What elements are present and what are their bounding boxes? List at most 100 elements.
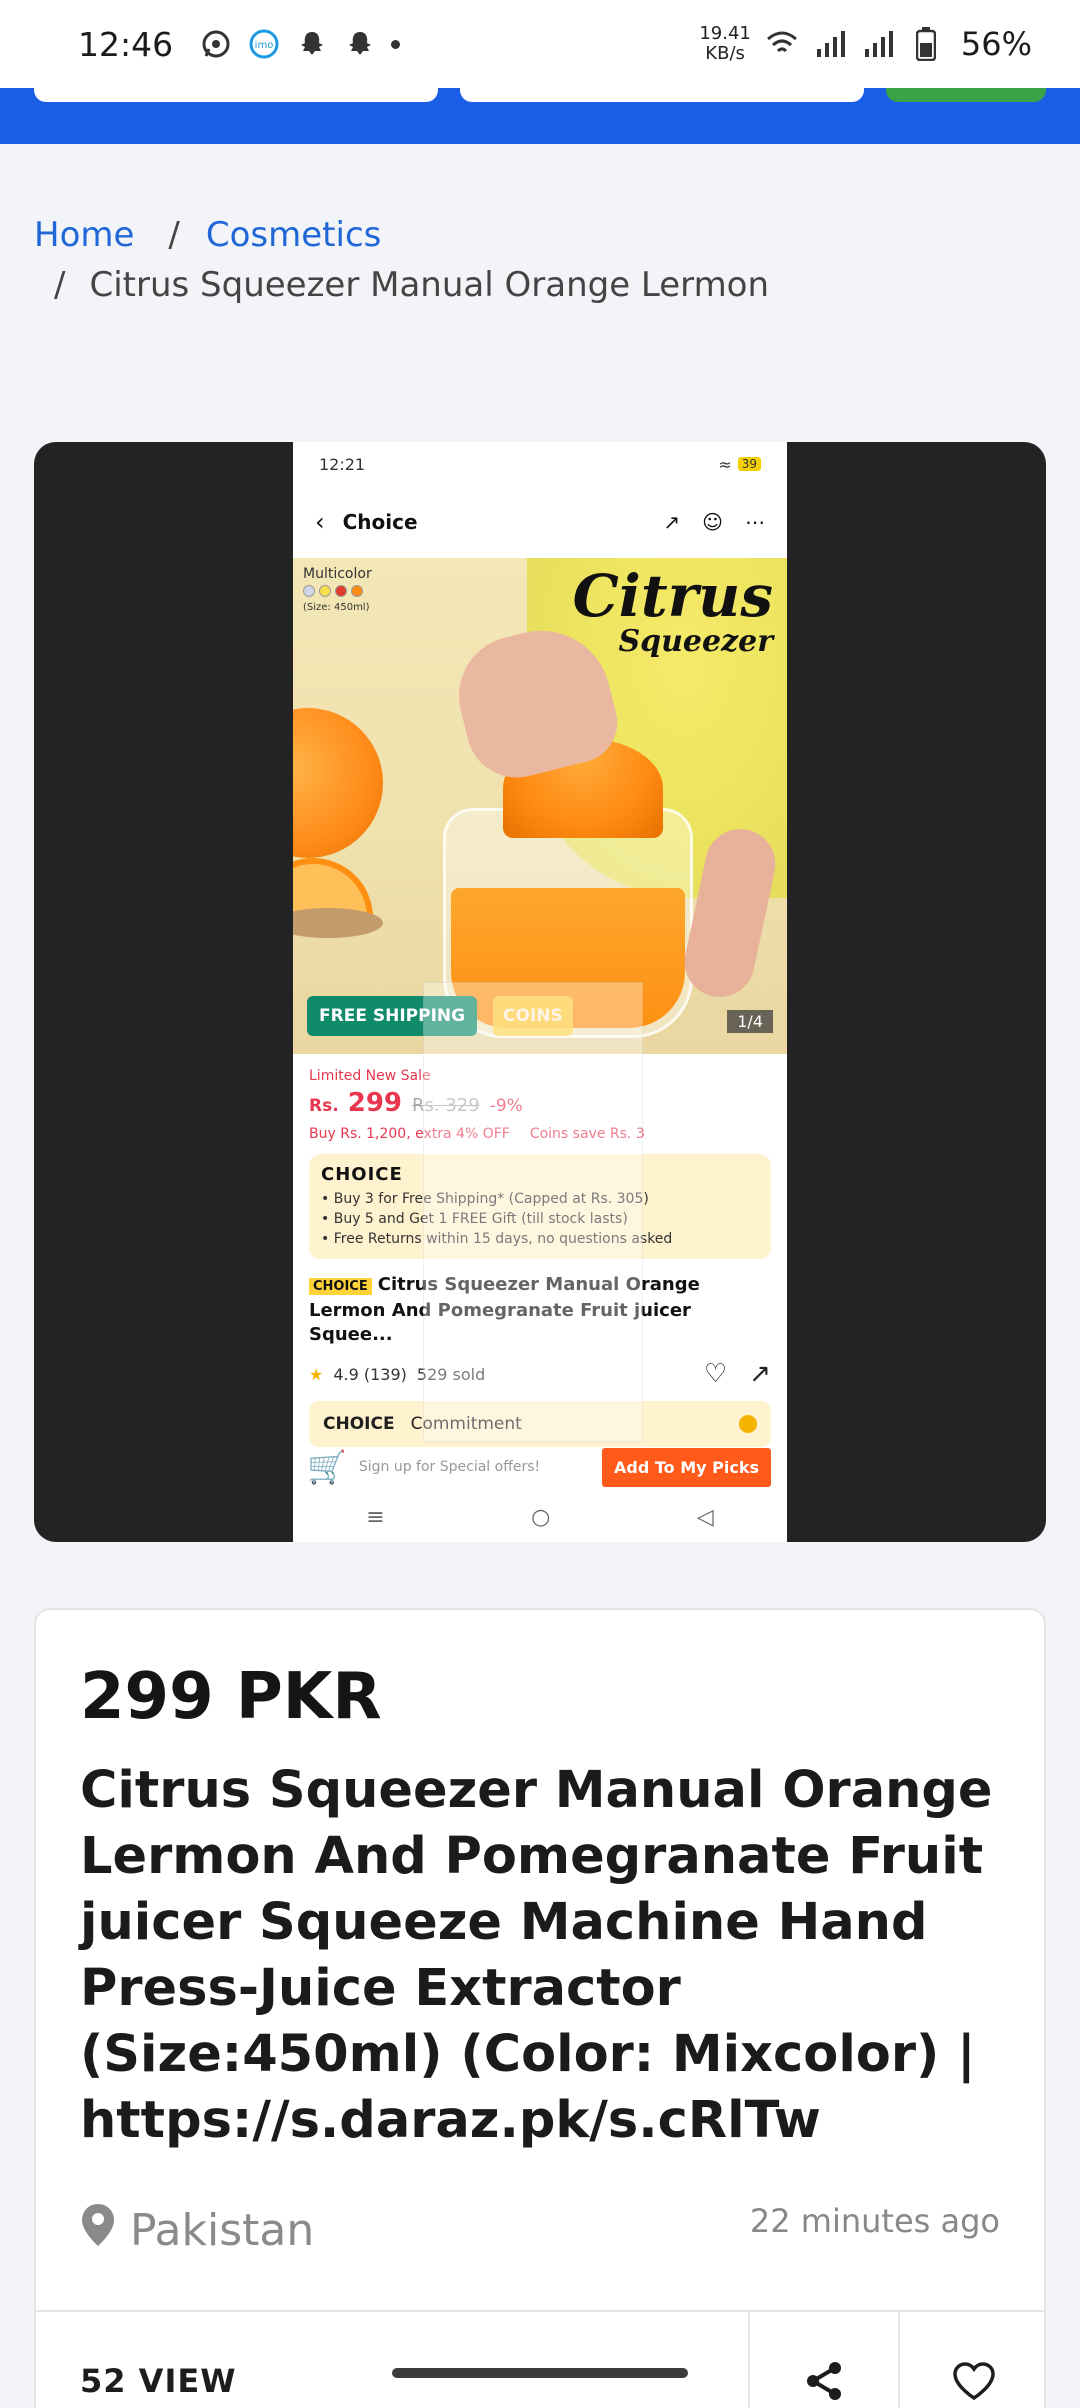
product-hero-image: Multicolor (Size: 450ml) Citrus Squeezer… — [293, 558, 787, 1054]
header-field[interactable] — [34, 88, 438, 102]
choice-points: • Buy 3 for Free Shipping* (Capped at Rs… — [321, 1189, 759, 1249]
share-icon: ↗ — [663, 510, 681, 534]
wifi-icon — [765, 27, 799, 61]
choice-point-text: Buy 5 and Get 1 FREE Gift (till stock la… — [333, 1211, 628, 1227]
screenshot-time: 12:21 — [319, 454, 366, 474]
chevron-icon — [739, 1415, 757, 1433]
choice-logo: CHOICE — [321, 1164, 403, 1185]
commitment-logo: CHOICE — [323, 1414, 395, 1434]
sold-count: 529 sold — [416, 1364, 486, 1384]
screenshot-price-row: Rs. 299 Rs. 329 -9% — [309, 1088, 771, 1118]
screenshot-battery: 39 — [737, 457, 761, 471]
brand-line1: Citrus — [572, 562, 773, 630]
hero-brand: Citrus Squeezer — [573, 566, 773, 658]
image-counter: 1/4 — [727, 1010, 773, 1033]
brand-line2: Squeezer — [618, 624, 773, 659]
screenshot-wifi-icon: ≈ — [718, 454, 732, 474]
location-text: Pakistan — [130, 2205, 315, 2256]
screenshot-details: Limited New Sale Rs. 299 Rs. 329 -9% Buy… — [293, 1054, 787, 1447]
screenshot-status-bar: 12:21 ≈ 39 — [293, 442, 787, 486]
breadcrumb-current: Citrus Squeezer Manual Orange Lermon — [89, 265, 770, 305]
view-count: 52 VIEW — [80, 2362, 237, 2400]
screenshot-bottom-bar: 🛒 Sign up for Special offers! Add To My … — [293, 1442, 787, 1492]
back-triangle-icon: ◁ — [696, 1504, 714, 1530]
signup-text: Sign up for Special offers! — [358, 1459, 541, 1475]
coins-badge: COINS — [493, 996, 573, 1036]
screenshot-price: Rs. 299 — [309, 1088, 402, 1118]
product-screenshot: 12:21 ≈ 39 ‹ Choice ↗ ☺ ⋯ Multicolor (Si… — [293, 442, 787, 1542]
svg-text:imo: imo — [255, 40, 274, 51]
share-icon — [807, 2362, 841, 2400]
support-icon: ☺ — [702, 510, 723, 534]
header-strip — [0, 88, 1080, 144]
old-price: Rs. 329 — [412, 1095, 480, 1116]
menu-icon: ≡ — [366, 1504, 385, 1530]
choice-benefits: CHOICE • Buy 3 for Free Shipping* (Cappe… — [309, 1154, 771, 1259]
swatch — [319, 585, 331, 597]
hero-board — [293, 908, 383, 938]
header-button[interactable] — [886, 88, 1046, 102]
heart-icon: ♡ — [703, 1359, 728, 1389]
commitment-banner: CHOICE Commitment — [309, 1401, 771, 1447]
screenshot-nav-title: Choice — [342, 510, 418, 534]
listing-title: Citrus Squeezer Manual Orange Lermon And… — [80, 1761, 993, 2150]
swatch — [351, 585, 363, 597]
posted-time: 22 minutes ago — [749, 2202, 1000, 2240]
listing-price: 299 PKR — [80, 1660, 382, 1734]
product-image-viewer[interactable]: 12:21 ≈ 39 ‹ Choice ↗ ☺ ⋯ Multicolor (Si… — [34, 442, 1046, 1542]
battery-icon — [909, 27, 943, 61]
favorite-button[interactable] — [898, 2312, 1044, 2408]
commitment-text: Commitment — [410, 1414, 522, 1434]
screenshot-nav: ‹ Choice ↗ ☺ ⋯ — [293, 486, 787, 558]
rating: 4.9 (139) — [333, 1364, 407, 1384]
header-field[interactable] — [460, 88, 864, 102]
breadcrumb-separator: / — [168, 215, 180, 255]
heart-icon — [953, 2362, 995, 2401]
speed-value: 19.41 — [699, 23, 751, 44]
breadcrumb-home-link[interactable]: Home — [34, 210, 134, 260]
share-button[interactable] — [748, 2312, 898, 2408]
home-indicator[interactable] — [392, 2368, 688, 2378]
offer-row: Buy Rs. 1,200, extra 4% OFF Coins save R… — [309, 1126, 771, 1142]
add-to-picks-button: Add To My Picks — [602, 1447, 771, 1487]
network-speed: 19.41 KB/s — [699, 24, 751, 64]
signal-icon — [861, 27, 895, 61]
free-shipping-badge: FREE SHIPPING — [307, 996, 478, 1036]
choice-point: • Buy 5 and Get 1 FREE Gift (till stock … — [321, 1211, 628, 1227]
dot-icon — [391, 39, 401, 49]
breadcrumb-category-link[interactable]: Cosmetics — [206, 210, 381, 260]
cart-icon: 🛒 — [307, 1448, 347, 1486]
back-icon: ‹ — [315, 508, 325, 536]
rating-row: ★ 4.9 (139) 529 sold ♡ ↗ — [309, 1359, 771, 1389]
swatch — [335, 585, 347, 597]
status-time: 12:46 — [78, 24, 174, 64]
buy-offer: Buy Rs. 1,200, extra 4% OFF — [309, 1126, 510, 1142]
choice-point-text: Free Returns within 15 days, no question… — [333, 1231, 673, 1247]
speed-unit: KB/s — [705, 43, 745, 64]
snapchat-icon — [343, 27, 377, 61]
whatsapp-icon — [199, 27, 233, 61]
variant-size: (Size: 450ml) — [303, 602, 370, 613]
battery-percent: 56% — [960, 25, 1032, 63]
price-currency: Rs. — [309, 1096, 339, 1116]
listing-card: 299 PKR Citrus Squeezer Manual Orange Le… — [34, 1608, 1046, 2408]
snapchat-icon — [295, 27, 329, 61]
screenshot-product-title: CHOICE Citrus Squeezer Manual Orange Lerm… — [309, 1273, 771, 1347]
listing-location: Pakistan — [80, 2202, 314, 2259]
hero-orange — [293, 708, 383, 858]
share-icon: ↗ — [749, 1359, 771, 1389]
imo-icon: imo — [247, 27, 281, 61]
breadcrumb: Home / Cosmetics / Citrus Squeezer Manua… — [34, 210, 1044, 310]
breadcrumb-separator: / — [54, 265, 66, 305]
limited-sale-label: Limited New Sale — [309, 1068, 431, 1084]
choice-point: • Buy 3 for Free Shipping* (Capped at Rs… — [321, 1191, 649, 1207]
hero-variant-label: Multicolor (Size: 450ml) — [303, 566, 372, 616]
signal-icon — [813, 27, 847, 61]
listing-footer: 52 VIEW — [36, 2310, 1044, 2408]
star-icon: ★ — [309, 1364, 324, 1384]
price-value: 299 — [347, 1088, 403, 1118]
screenshot-system-nav: ≡ ○ ◁ — [293, 1492, 787, 1542]
more-icon: ⋯ — [745, 510, 765, 534]
variant-label: Multicolor — [303, 566, 372, 582]
discount: -9% — [489, 1096, 523, 1116]
